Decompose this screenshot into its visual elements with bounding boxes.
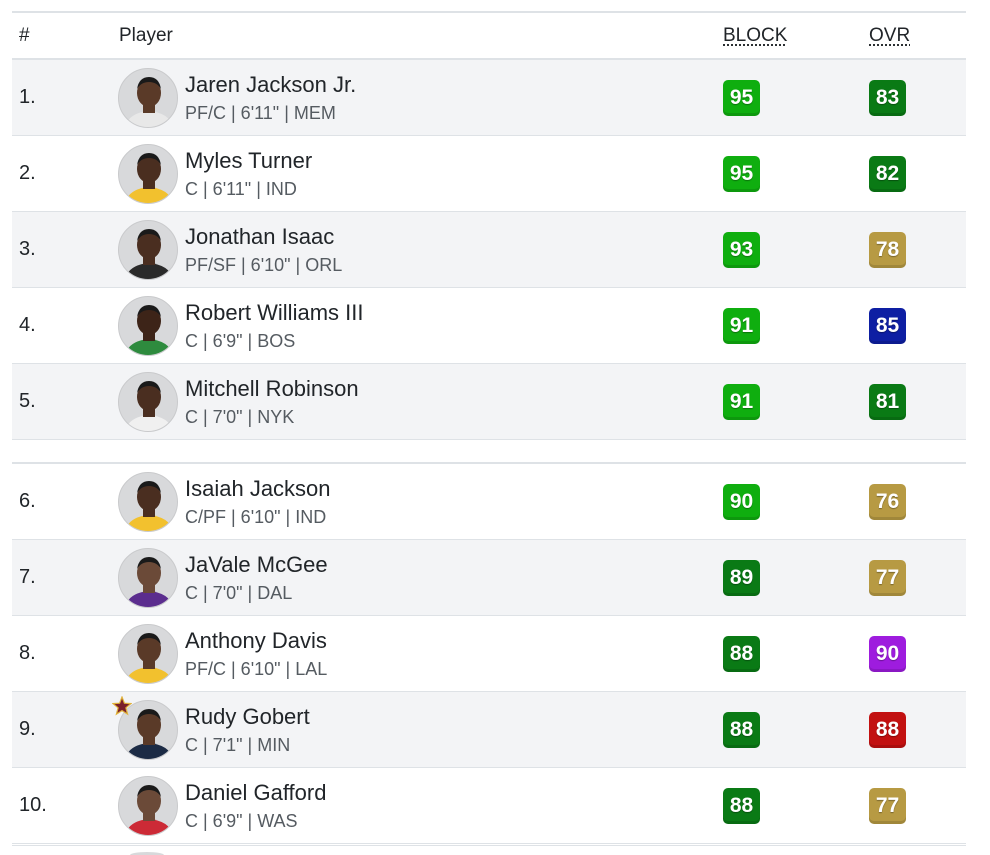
player-rank: 10. — [19, 794, 47, 816]
rank-column-header: # — [19, 25, 30, 46]
table-row[interactable]: 8. Anthony Davis PF/C | 6'10" | LAL 88 90 — [12, 616, 966, 692]
player-details: C/PF | 6'10" | IND — [185, 507, 327, 527]
player-avatar[interactable] — [118, 548, 178, 608]
ovr-rating-badge: 81 — [869, 384, 906, 420]
block-rating-badge: 88 — [723, 636, 760, 672]
table-row[interactable]: 7. JaVale McGee C | 7'0" | DAL 89 77 — [12, 540, 966, 616]
block-rating-badge: 95 — [723, 156, 760, 192]
block-rating-badge: 90 — [723, 484, 760, 520]
table-row[interactable]: 5. Mitchell Robinson C | 7'0" | NYK 91 81 — [12, 364, 966, 440]
block-rating-badge: 88 — [723, 712, 760, 748]
block-rating-badge: 95 — [723, 80, 760, 116]
ovr-rating-badge: 88 — [869, 712, 906, 748]
table-group-separator — [12, 440, 966, 464]
ovr-rating-badge: 85 — [869, 308, 906, 344]
table-row[interactable]: 6. Isaiah Jackson C/PF | 6'10" | IND 90 76 — [12, 464, 966, 540]
player-details: C | 6'9" | BOS — [185, 331, 296, 351]
table-header: # Player BLOCK OVR — [12, 13, 966, 60]
player-avatar[interactable] — [118, 296, 178, 356]
player-avatar[interactable] — [118, 220, 178, 280]
player-avatar[interactable] — [118, 472, 178, 532]
player-details: C | 7'0" | DAL — [185, 583, 293, 603]
player-avatar[interactable] — [118, 144, 178, 204]
player-avatar[interactable] — [118, 624, 178, 684]
player-details: C | 6'11" | IND — [185, 179, 297, 199]
table-row[interactable]: 3. Jonathan Isaac PF/SF | 6'10" | ORL 93 78 — [12, 212, 966, 288]
player-rank: 9. — [19, 718, 36, 740]
ovr-rating-badge: 76 — [869, 484, 906, 520]
block-rating-badge: 93 — [723, 232, 760, 268]
player-details: PF/SF | 6'10" | ORL — [185, 255, 343, 275]
player-details: C | 7'1" | MIN — [185, 735, 291, 755]
block-column-header[interactable]: BLOCK — [723, 25, 787, 47]
player-details: PF/C | 6'11" | MEM — [185, 103, 336, 123]
table-body: 1. Jaren Jackson Jr. PF/C | 6'11" | MEM 95 8… — [12, 60, 966, 844]
player-details: C | 7'0" | NYK — [185, 407, 295, 427]
player-rank: 5. — [19, 390, 36, 412]
player-name-link[interactable]: Daniel Gafford — [185, 780, 326, 806]
ovr-rating-badge: 82 — [869, 156, 906, 192]
ovr-rating-badge: 77 — [869, 560, 906, 596]
player-name-link[interactable]: Jaren Jackson Jr. — [185, 72, 356, 98]
player-name-link[interactable]: Isaiah Jackson — [185, 476, 331, 502]
next-row-border — [12, 845, 966, 846]
block-rating-badge: 89 — [723, 560, 760, 596]
ovr-rating-badge: 83 — [869, 80, 906, 116]
player-rank: 4. — [19, 314, 36, 336]
player-name-link[interactable]: Rudy Gobert — [185, 704, 310, 730]
block-rating-badge: 91 — [723, 308, 760, 344]
player-avatar[interactable] — [118, 68, 178, 128]
block-rating-badge: 91 — [723, 384, 760, 420]
player-rank: 6. — [19, 490, 36, 512]
player-name-link[interactable]: Anthony Davis — [185, 628, 327, 654]
player-rank: 8. — [19, 642, 36, 664]
ovr-column-header[interactable]: OVR — [869, 25, 910, 47]
table-row[interactable]: 10. Daniel Gafford C | 6'9" | WAS 88 77 — [12, 768, 966, 844]
player-rank: 1. — [19, 86, 36, 108]
player-rank: 7. — [19, 566, 36, 588]
player-details: C | 6'9" | WAS — [185, 811, 298, 831]
player-rank: 2. — [19, 162, 36, 184]
table-row[interactable]: 2. Myles Turner C | 6'11" | IND 95 82 — [12, 136, 966, 212]
player-name-link[interactable]: JaVale McGee — [185, 552, 328, 578]
block-rating-badge: 88 — [723, 788, 760, 824]
player-name-link[interactable]: Myles Turner — [185, 148, 312, 174]
ovr-rating-badge: 78 — [869, 232, 906, 268]
table-row[interactable]: 9. Rudy Gobert C | 7'1" | MIN 88 88 — [12, 692, 966, 768]
table-row[interactable]: 4. Robert Williams III C | 6'9" | BOS 91 85 — [12, 288, 966, 364]
player-column-header: Player — [119, 25, 173, 46]
table-row[interactable]: 1. Jaren Jackson Jr. PF/C | 6'11" | MEM 95 8… — [12, 60, 966, 136]
player-name-link[interactable]: Jonathan Isaac — [185, 224, 334, 250]
player-rank: 3. — [19, 238, 36, 260]
ovr-rating-badge: 77 — [869, 788, 906, 824]
ratings-table: # Player BLOCK OVR 1. Jaren Jackson Jr. PF… — [12, 11, 966, 844]
player-avatar[interactable] — [118, 776, 178, 836]
player-details: PF/C | 6'10" | LAL — [185, 659, 328, 679]
player-avatar[interactable] — [118, 372, 178, 432]
allstar-icon — [112, 696, 132, 716]
player-name-link[interactable]: Robert Williams III — [185, 300, 363, 326]
ovr-rating-badge: 90 — [869, 636, 906, 672]
player-name-link[interactable]: Mitchell Robinson — [185, 376, 359, 402]
